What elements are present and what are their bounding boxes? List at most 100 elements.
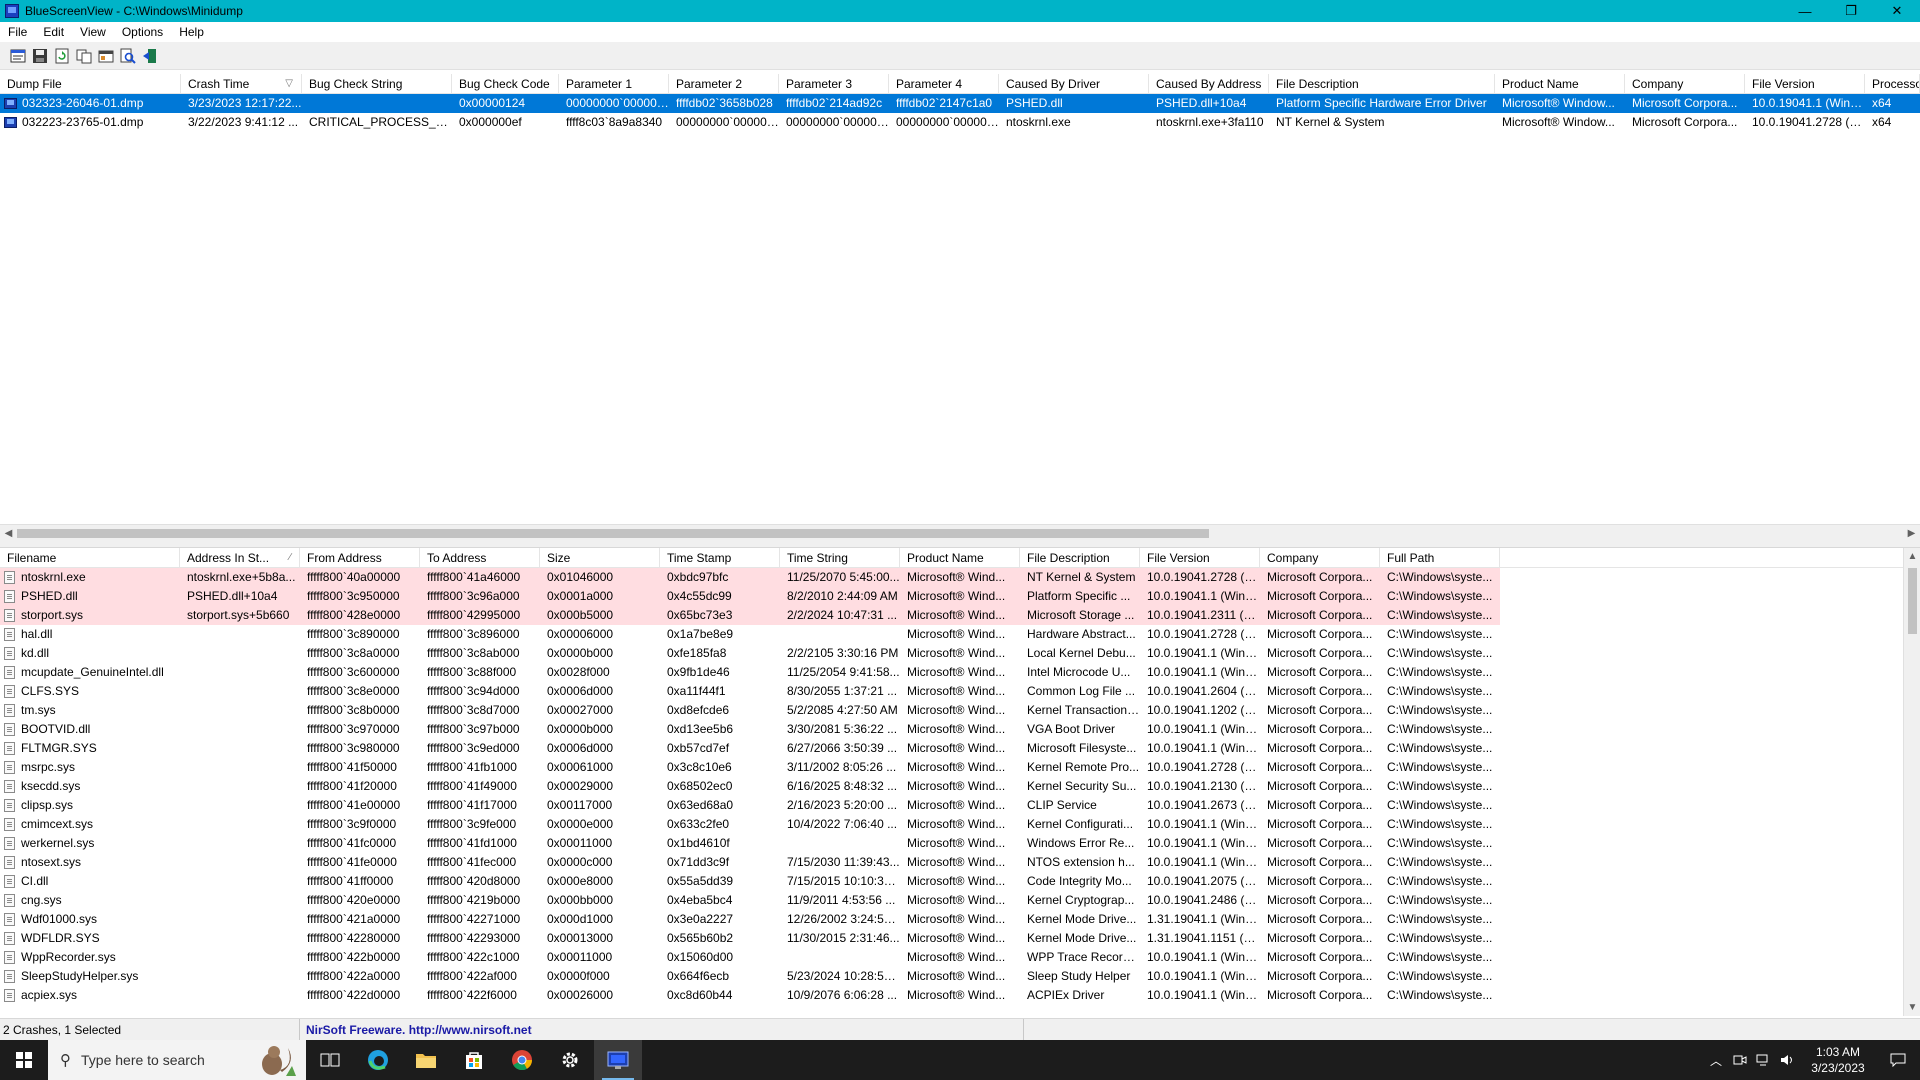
col-size[interactable]: Size xyxy=(540,548,660,568)
driver-row[interactable]: cmimcext.sys fffff800`3c9f0000 fffff800`3c… xyxy=(0,815,1920,834)
driver-row[interactable]: mcupdate_GenuineIntel.dll fffff800`3c6000… xyxy=(0,663,1920,682)
driver-cell: C:\Windows\syste... xyxy=(1380,568,1500,587)
col-file-description[interactable]: File Description xyxy=(1020,548,1140,568)
save-icon[interactable] xyxy=(30,46,50,66)
exit-icon[interactable] xyxy=(140,46,160,66)
driver-row[interactable]: ksecdd.sys fffff800`41f20000 fffff800`41f4… xyxy=(0,777,1920,796)
scrollbar-thumb[interactable] xyxy=(1908,568,1917,634)
store-button[interactable] xyxy=(450,1040,498,1080)
driver-row[interactable]: acpiex.sys fffff800`422d0000 fffff800`422f… xyxy=(0,986,1920,1005)
start-button[interactable] xyxy=(0,1040,48,1080)
scroll-right-icon[interactable]: ▶ xyxy=(1903,525,1920,542)
col-file-description[interactable]: File Description xyxy=(1269,74,1495,94)
driver-row[interactable]: werkernel.sys fffff800`41fc0000 fffff800`4… xyxy=(0,834,1920,853)
nirsoft-link[interactable]: NirSoft Freeware. http://www.nirsoft.net xyxy=(300,1018,1024,1041)
settings-button[interactable] xyxy=(546,1040,594,1080)
col-filename[interactable]: Filename xyxy=(0,548,180,568)
driver-row[interactable]: msrpc.sys fffff800`41f50000 fffff800`41fb1… xyxy=(0,758,1920,777)
driver-file-icon xyxy=(4,666,15,679)
driver-row[interactable]: CI.dll fffff800`41ff0000 fffff800`420d8000… xyxy=(0,872,1920,891)
col-bug-check-string[interactable]: Bug Check String xyxy=(302,74,452,94)
taskbar-search[interactable]: ⚲ Type here to search xyxy=(48,1040,306,1080)
col-parameter-1[interactable]: Parameter 1 xyxy=(559,74,669,94)
crash-list-horizontal-scrollbar[interactable]: ◀ ▶ xyxy=(0,524,1920,541)
col-parameter-4[interactable]: Parameter 4 xyxy=(889,74,999,94)
col-processor[interactable]: Processor xyxy=(1865,74,1920,94)
driver-list-vertical-scrollbar[interactable]: ▲ ▼ xyxy=(1903,548,1920,1016)
scroll-down-icon[interactable]: ▼ xyxy=(1904,999,1920,1016)
col-caused-by-driver[interactable]: Caused By Driver xyxy=(999,74,1149,94)
driver-row[interactable]: WppRecorder.sys fffff800`422b0000 fffff800… xyxy=(0,948,1920,967)
col-file-version[interactable]: File Version xyxy=(1745,74,1865,94)
menu-edit[interactable]: Edit xyxy=(35,25,72,39)
col-crash-time[interactable]: Crash Time ▽ xyxy=(181,74,302,94)
system-clock[interactable]: 1:03 AM 3/23/2023 xyxy=(1800,1044,1876,1076)
bluescreenview-taskbar-button[interactable] xyxy=(594,1040,642,1080)
driver-cell: NTOS extension h... xyxy=(1027,855,1135,869)
driver-row[interactable]: cng.sys fffff800`420e0000 fffff800`4219b00… xyxy=(0,891,1920,910)
driver-cell: ntosext.sys xyxy=(0,853,180,872)
meet-now-icon[interactable] xyxy=(1728,1040,1752,1080)
driver-row[interactable]: FLTMGR.SYS fffff800`3c980000 fffff800`3c9e… xyxy=(0,739,1920,758)
col-caused-by-address[interactable]: Caused By Address xyxy=(1149,74,1269,94)
pane-splitter[interactable] xyxy=(0,541,1920,548)
col-time-string[interactable]: Time String xyxy=(780,548,900,568)
col-parameter-3[interactable]: Parameter 3 xyxy=(779,74,889,94)
file-explorer-button[interactable] xyxy=(402,1040,450,1080)
close-button[interactable]: ✕ xyxy=(1874,0,1920,22)
driver-row[interactable]: clipsp.sys fffff800`41e00000 fffff800`41f1… xyxy=(0,796,1920,815)
crash-row[interactable]: 032223-23765-01.dmp 3/22/2023 9:41:12 ...… xyxy=(0,113,1920,132)
menu-help[interactable]: Help xyxy=(171,25,212,39)
scrollbar-thumb[interactable] xyxy=(17,529,1209,538)
driver-row[interactable]: Wdf01000.sys fffff800`421a0000 fffff800`42… xyxy=(0,910,1920,929)
find-icon[interactable] xyxy=(118,46,138,66)
col-bug-check-code[interactable]: Bug Check Code xyxy=(452,74,559,94)
col-address-in-stack[interactable]: Address In St... ∕ xyxy=(180,548,300,568)
refresh-icon[interactable] xyxy=(52,46,72,66)
col-file-version[interactable]: File Version xyxy=(1140,548,1260,568)
chevron-up-icon[interactable]: ︿ xyxy=(1704,1040,1728,1080)
col-full-path[interactable]: Full Path xyxy=(1380,548,1500,568)
maximize-button[interactable]: ❐ xyxy=(1828,0,1874,22)
menu-file[interactable]: File xyxy=(0,25,35,39)
driver-row[interactable]: kd.dll fffff800`3c8a0000 fffff800`3c8ab000… xyxy=(0,644,1920,663)
edge-button[interactable] xyxy=(354,1040,402,1080)
driver-row[interactable]: ntosext.sys fffff800`41fe0000 fffff800`41f… xyxy=(0,853,1920,872)
col-product-name[interactable]: Product Name xyxy=(1495,74,1625,94)
driver-row[interactable]: tm.sys fffff800`3c8b0000 fffff800`3c8d7000… xyxy=(0,701,1920,720)
col-company[interactable]: Company xyxy=(1625,74,1745,94)
copy-icon[interactable] xyxy=(74,46,94,66)
col-product-name[interactable]: Product Name xyxy=(900,548,1020,568)
driver-row[interactable]: CLFS.SYS fffff800`3c8e0000 fffff800`3c94d0… xyxy=(0,682,1920,701)
driver-row[interactable]: WDFLDR.SYS fffff800`42280000 fffff800`4229… xyxy=(0,929,1920,948)
driver-row[interactable]: storport.sys storport.sys+5b660 fffff800`4… xyxy=(0,606,1920,625)
scroll-up-icon[interactable]: ▲ xyxy=(1904,548,1920,565)
driver-cell: 10.0.19041.1 (WinB... xyxy=(1147,665,1260,679)
col-company[interactable]: Company xyxy=(1260,548,1380,568)
col-dump-file[interactable]: Dump File xyxy=(0,74,181,94)
menu-view[interactable]: View xyxy=(72,25,114,39)
scroll-left-icon[interactable]: ◀ xyxy=(0,525,17,542)
driver-row[interactable]: SleepStudyHelper.sys fffff800`422a0000 fff… xyxy=(0,967,1920,986)
driver-row[interactable]: PSHED.dll PSHED.dll+10a4 fffff800`3c950000… xyxy=(0,587,1920,606)
network-icon[interactable] xyxy=(1752,1040,1776,1080)
notification-center-icon[interactable] xyxy=(1876,1040,1920,1080)
col-parameter-2[interactable]: Parameter 2 xyxy=(669,74,779,94)
crash-row[interactable]: 032323-26046-01.dmp 3/23/2023 12:17:22...… xyxy=(0,94,1920,113)
col-time-stamp[interactable]: Time Stamp xyxy=(660,548,780,568)
driver-row[interactable]: ntoskrnl.exe ntoskrnl.exe+5b8a... fffff800… xyxy=(0,568,1920,587)
minimize-button[interactable]: — xyxy=(1782,0,1828,22)
crash-cell: 0x00000124 xyxy=(459,96,526,110)
driver-cell: Microsoft Corpora... xyxy=(1267,703,1373,717)
menu-options[interactable]: Options xyxy=(114,25,171,39)
driver-row[interactable]: BOOTVID.dll fffff800`3c970000 fffff800`3c9… xyxy=(0,720,1920,739)
properties-icon[interactable] xyxy=(8,46,28,66)
task-view-button[interactable] xyxy=(306,1040,354,1080)
driver-row[interactable]: hal.dll fffff800`3c890000 fffff800`3c89600… xyxy=(0,625,1920,644)
chrome-button[interactable] xyxy=(498,1040,546,1080)
html-report-icon[interactable] xyxy=(96,46,116,66)
windows-logo-icon xyxy=(16,1052,32,1068)
volume-icon[interactable] xyxy=(1776,1040,1800,1080)
col-from-address[interactable]: From Address xyxy=(300,548,420,568)
col-to-address[interactable]: To Address xyxy=(420,548,540,568)
